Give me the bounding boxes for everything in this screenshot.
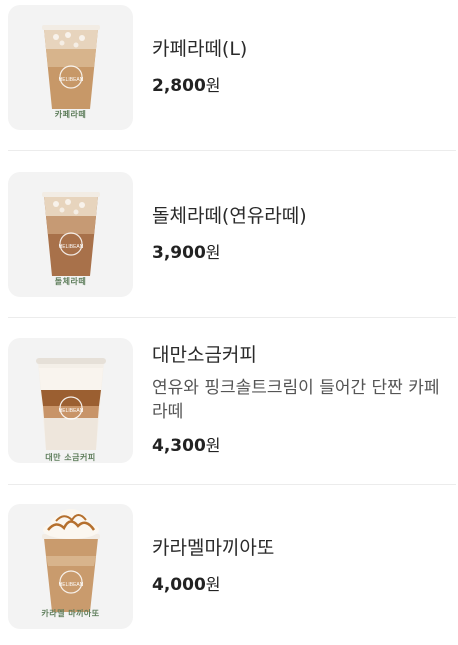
menu-item-image[interactable]: HELIBEAN 카페라떼 xyxy=(8,5,133,130)
menu-item[interactable]: HELIBEAN 대만 소금커피 대만소금커피 연유와 핑크솔트크림이 들어간 … xyxy=(0,318,458,484)
cup-label: 카페라떼 xyxy=(54,110,87,119)
menu-item-image[interactable]: HELIBEAN 대만 소금커피 xyxy=(8,338,133,463)
price-value: 3,900 xyxy=(152,243,206,263)
menu-item-price: 4,000원 xyxy=(152,571,221,595)
price-currency: 원 xyxy=(205,436,221,455)
price-currency: 원 xyxy=(205,243,221,262)
menu-item-name: 카라멜마끼아또 xyxy=(152,537,275,559)
price-currency: 원 xyxy=(205,575,221,594)
cup-label: 대만 소금커피 xyxy=(45,453,96,462)
menu-item-name: 카페라떼(L) xyxy=(152,38,248,60)
cup-brand: HELIBEAN xyxy=(59,582,84,588)
cup-brand: HELIBEAN xyxy=(59,244,84,250)
menu-item[interactable]: HELIBEAN 돌체라떼 돌체라떼(연유라떼) 3,900원 xyxy=(0,151,458,317)
menu-item-image[interactable]: HELIBEAN 돌체라떼 xyxy=(8,172,133,297)
menu-item[interactable]: HELIBEAN 카페라떼 카페라떼(L) 2,800원 xyxy=(0,0,458,150)
menu-item-name: 돌체라떼(연유라떼) xyxy=(152,205,307,227)
price-currency: 원 xyxy=(205,76,221,95)
cup-brand: HELIBEAN xyxy=(59,77,84,83)
menu-item-price: 2,800원 xyxy=(152,72,221,96)
price-value: 2,800 xyxy=(152,76,206,96)
layered-salt-coffee-cup-icon: HELIBEAN xyxy=(36,358,106,450)
menu-item[interactable]: HELIBEAN 카라멜 마끼아또 카라멜마끼아또 4,000원 xyxy=(0,485,458,645)
cup-label: 돌체라떼 xyxy=(54,277,87,286)
menu-item-description: 연유와 핑크솔트크림이 들어간 단짠 카페라떼 xyxy=(152,378,440,422)
menu-item-image[interactable]: HELIBEAN 카라멜 마끼아또 xyxy=(8,504,133,629)
menu-item-price: 4,300원 xyxy=(152,432,221,456)
price-value: 4,000 xyxy=(152,575,206,595)
menu-item-name: 대만소금커피 xyxy=(152,344,257,366)
menu-item-price: 3,900원 xyxy=(152,239,221,263)
cup-brand: HELIBEAN xyxy=(59,408,84,414)
price-value: 4,300 xyxy=(152,436,206,456)
cup-label: 카라멜 마끼아또 xyxy=(41,609,100,618)
